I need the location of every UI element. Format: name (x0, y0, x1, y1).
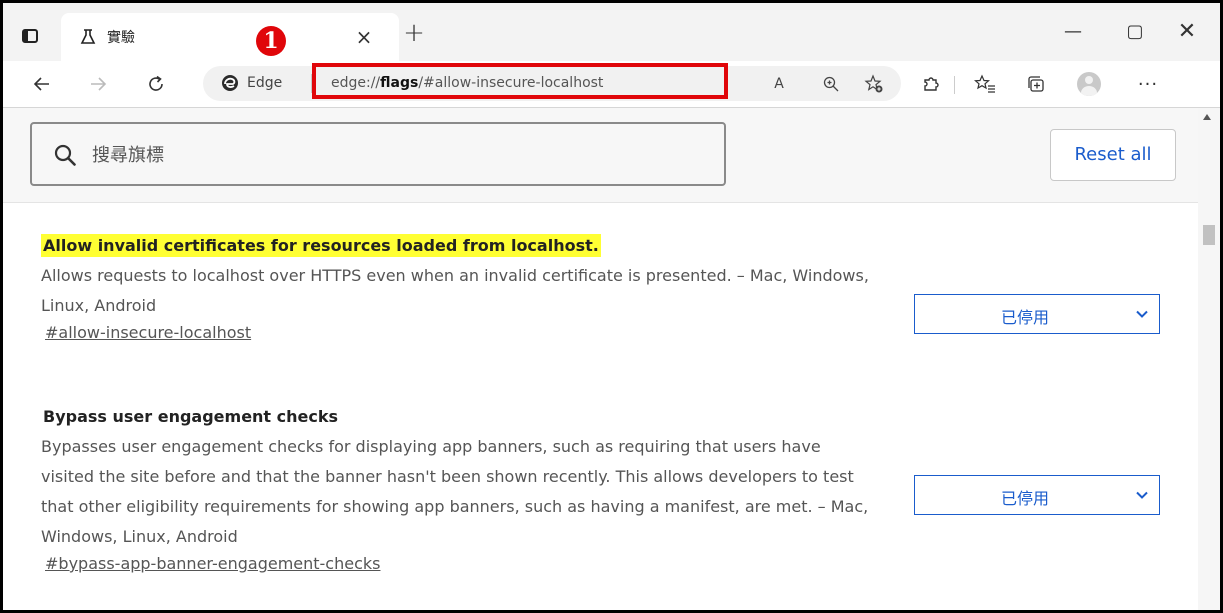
flag-title: Bypass user engagement checks (43, 407, 339, 426)
browser-window: 實驗 × + — ▢ ✕ Edge edge://flags/#allow-in… (3, 3, 1220, 610)
zoom-in-icon (823, 76, 839, 92)
favorites-list-icon (974, 74, 995, 93)
vertical-scrollbar[interactable] (1198, 108, 1220, 610)
zoom-button[interactable] (820, 73, 842, 95)
collections-button[interactable] (1021, 69, 1051, 99)
flags-page: Reset all Allow invalid certificates for… (3, 108, 1198, 610)
profile-button[interactable] (1074, 69, 1104, 99)
new-tab-button[interactable]: + (401, 20, 427, 47)
forward-button[interactable] (83, 69, 113, 99)
back-button[interactable] (27, 69, 57, 99)
favorites-button[interactable] (970, 69, 1000, 99)
arrow-right-icon (91, 77, 107, 91)
search-box[interactable] (30, 122, 726, 186)
more-menu-button[interactable]: ··· (1133, 69, 1163, 99)
avatar (1077, 72, 1101, 96)
collections-icon (1028, 76, 1044, 92)
edge-logo-icon (222, 75, 238, 91)
arrow-left-icon (33, 77, 49, 91)
flag-permalink[interactable]: #allow-insecure-localhost (45, 323, 251, 342)
flag-permalink[interactable]: #bypass-app-banner-engagement-checks (45, 554, 380, 573)
add-favorite-button[interactable] (863, 73, 885, 95)
tab-experiments[interactable]: 實驗 × (61, 13, 399, 61)
flag-item-allow-insecure-localhost: Allow invalid certificates for resources… (41, 234, 1191, 342)
flask-icon (80, 29, 96, 44)
flag-title: Allow invalid certificates for resources… (41, 234, 601, 257)
search-icon (54, 144, 76, 166)
flag-item-bypass-app-banner-engagement-checks: Bypass user engagement checks Bypasses u… (41, 405, 1191, 573)
url-highlight-box (312, 63, 728, 99)
scroll-up-arrow[interactable] (1203, 114, 1211, 120)
search-input[interactable] (90, 136, 694, 174)
extensions-button[interactable] (916, 69, 946, 99)
flag-state-value: 已停用 (1000, 489, 1049, 508)
puzzle-icon (924, 77, 939, 91)
reset-all-button[interactable]: Reset all (1050, 129, 1176, 181)
close-window-button[interactable]: ✕ (1167, 17, 1207, 47)
flag-state-value: 已停用 (1000, 308, 1049, 327)
minimize-button[interactable]: — (1053, 17, 1093, 47)
tab-strip: 實驗 × + — ▢ ✕ (3, 3, 1220, 61)
star-add-icon (864, 74, 883, 93)
tab-actions-button[interactable] (17, 23, 43, 49)
flags-header: Reset all (3, 108, 1198, 203)
chevron-down-icon (1136, 491, 1148, 499)
tab-close-icon[interactable]: × (351, 24, 377, 50)
site-identity[interactable]: Edge (221, 74, 282, 92)
flag-description: Allows requests to localhost over HTTPS … (41, 266, 869, 315)
scroll-thumb[interactable] (1203, 225, 1215, 245)
maximize-button[interactable]: ▢ (1115, 17, 1155, 47)
flag-state-select[interactable]: 已停用 (914, 475, 1160, 515)
site-identity-label: Edge (247, 75, 283, 91)
flag-state-select[interactable]: 已停用 (914, 294, 1160, 334)
read-aloud-button[interactable]: A (768, 73, 790, 95)
step-badge: 1 (256, 26, 286, 56)
refresh-icon (149, 75, 163, 91)
tab-title: 實驗 (107, 30, 135, 46)
tab-actions-icon (22, 29, 38, 43)
read-aloud-icon: A (774, 76, 784, 92)
toolbar-divider (954, 76, 955, 94)
more-icon: ··· (1137, 73, 1159, 95)
flag-description: Bypasses user engagement checks for disp… (41, 437, 869, 546)
chevron-down-icon (1136, 310, 1148, 318)
refresh-button[interactable] (141, 69, 171, 99)
